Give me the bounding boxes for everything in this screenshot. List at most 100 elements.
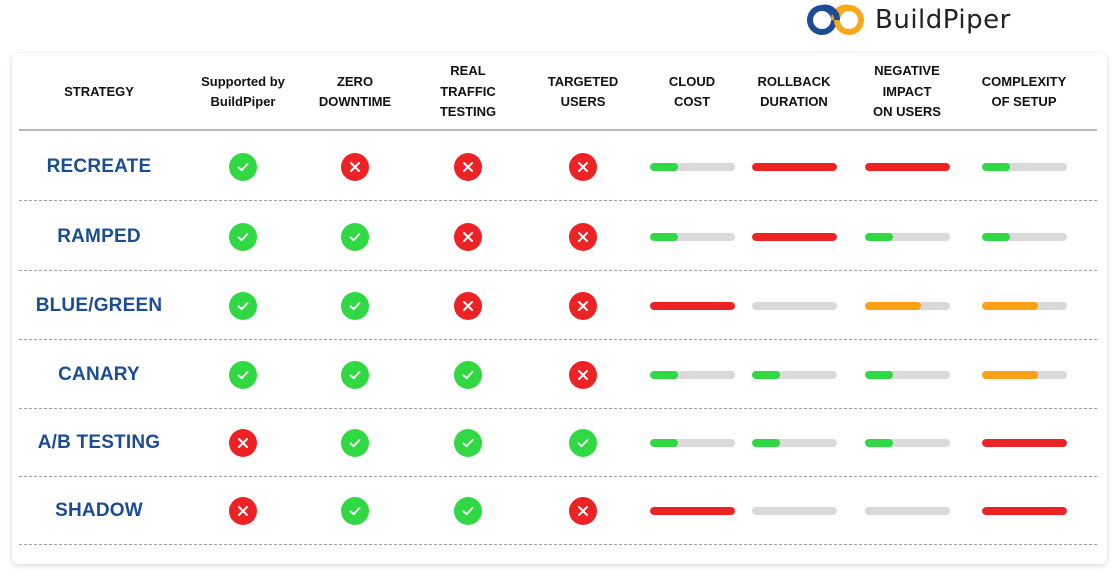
- level-bar-low: [649, 232, 735, 241]
- level-bar-low: [751, 370, 837, 379]
- check-icon: [229, 360, 257, 389]
- column-header-cloud-cost: CLOUD COST: [668, 73, 716, 110]
- table-row: RAMPED: [19, 203, 1097, 271]
- supported-cell: [183, 477, 303, 544]
- level-bar-fill: [981, 301, 1038, 310]
- rollback-duration-cell: [744, 477, 844, 544]
- level-bar-fill: [981, 162, 1010, 171]
- strategy-name: RECREATE: [46, 155, 152, 177]
- targeted-users-cell: [528, 477, 638, 544]
- level-bar-high: [864, 162, 950, 171]
- rollback-duration-cell: [744, 133, 844, 200]
- cross-icon: [569, 152, 597, 181]
- supported-cell: [183, 409, 303, 476]
- brand-name: BuildPiper: [875, 5, 1011, 35]
- column-header-complexity: COMPLEXITY OF SETUP: [981, 73, 1067, 110]
- complexity-cell: [964, 203, 1084, 270]
- level-bar-low: [981, 232, 1067, 241]
- level-bar-fill: [751, 438, 780, 447]
- complexity-cell: [964, 341, 1084, 408]
- supported-cell: [183, 341, 303, 408]
- level-bar-fill: [649, 438, 678, 447]
- cross-icon: [569, 222, 597, 251]
- negative-impact-cell: [852, 477, 962, 544]
- complexity-cell: [964, 477, 1084, 544]
- rollback-duration-cell: [744, 203, 844, 270]
- targeted-users-cell: [528, 409, 638, 476]
- real-traffic-cell: [418, 272, 518, 339]
- real-traffic-cell: [418, 341, 518, 408]
- level-bar-high: [649, 506, 735, 515]
- rollback-duration-cell: [744, 409, 844, 476]
- table-row: BLUE/GREEN: [19, 272, 1097, 340]
- cloud-cost-cell: [642, 272, 742, 339]
- level-bar-fill: [649, 232, 678, 241]
- targeted-users-cell: [528, 272, 638, 339]
- real-traffic-cell: [418, 133, 518, 200]
- check-icon: [454, 428, 482, 457]
- zero-downtime-cell: [300, 203, 410, 270]
- check-icon: [229, 291, 257, 320]
- check-icon: [341, 360, 369, 389]
- level-bar-fill: [751, 232, 837, 241]
- strategy-cell: SHADOW: [24, 477, 174, 544]
- level-bar-fill: [751, 162, 837, 171]
- negative-impact-cell: [852, 203, 962, 270]
- level-bar-medium: [981, 370, 1067, 379]
- table-row: A/B TESTING: [19, 409, 1097, 477]
- level-bar-fill: [981, 370, 1038, 379]
- complexity-cell: [964, 133, 1084, 200]
- negative-impact-cell: [852, 133, 962, 200]
- real-traffic-cell: [418, 477, 518, 544]
- level-bar-low: [864, 438, 950, 447]
- table-header: STRATEGY Supported by BuildPiper ZERO DOWN…: [19, 53, 1097, 131]
- cross-icon: [341, 152, 369, 181]
- cloud-cost-cell: [642, 409, 742, 476]
- check-icon: [229, 152, 257, 181]
- level-bar-low: [649, 370, 735, 379]
- strategy-name: SHADOW: [55, 499, 143, 521]
- level-bar-low: [751, 438, 837, 447]
- level-bar-fill: [649, 301, 735, 310]
- cloud-cost-cell: [642, 341, 742, 408]
- level-bar-medium: [864, 301, 950, 310]
- cross-icon: [454, 291, 482, 320]
- negative-impact-cell: [852, 409, 962, 476]
- cloud-cost-cell: [642, 477, 742, 544]
- targeted-users-cell: [528, 133, 638, 200]
- deployment-strategy-table: STRATEGY Supported by BuildPiper ZERO DOWN…: [12, 53, 1107, 564]
- strategy-cell: BLUE/GREEN: [24, 272, 174, 339]
- column-header-strategy: STRATEGY: [64, 83, 134, 99]
- check-icon: [341, 496, 369, 525]
- level-bar-fill: [751, 370, 780, 379]
- level-bar-high: [981, 506, 1067, 515]
- level-bar-high: [649, 301, 735, 310]
- column-header-real-traffic: REAL TRAFFIC TESTING: [439, 63, 497, 120]
- level-bar-fill: [649, 370, 678, 379]
- table-row: CANARY: [19, 341, 1097, 409]
- supported-cell: [183, 133, 303, 200]
- column-header-rollback-duration: ROLLBACK DURATION: [757, 73, 831, 110]
- rollback-duration-cell: [744, 272, 844, 339]
- strategy-cell: A/B TESTING: [24, 409, 174, 476]
- check-icon: [341, 222, 369, 251]
- level-bar-fill: [981, 506, 1067, 515]
- complexity-cell: [964, 409, 1084, 476]
- level-bar-fill: [864, 162, 950, 171]
- level-bar-low: [649, 438, 735, 447]
- cross-icon: [569, 291, 597, 320]
- level-bar-none: [751, 301, 837, 310]
- table-row: RECREATE: [19, 133, 1097, 201]
- cross-icon: [229, 428, 257, 457]
- strategy-name: A/B TESTING: [37, 431, 161, 453]
- check-icon: [454, 496, 482, 525]
- column-header-zero-downtime: ZERO DOWNTIME: [318, 73, 392, 110]
- cross-icon: [454, 152, 482, 181]
- column-header-targeted-users: TARGETED USERS: [547, 73, 619, 110]
- zero-downtime-cell: [300, 341, 410, 408]
- level-bar-fill: [864, 232, 893, 241]
- targeted-users-cell: [528, 341, 638, 408]
- level-bar-none: [864, 506, 950, 515]
- column-header-negative-impact: NEGATIVE IMPACT ON USERS: [873, 63, 941, 120]
- check-icon: [341, 428, 369, 457]
